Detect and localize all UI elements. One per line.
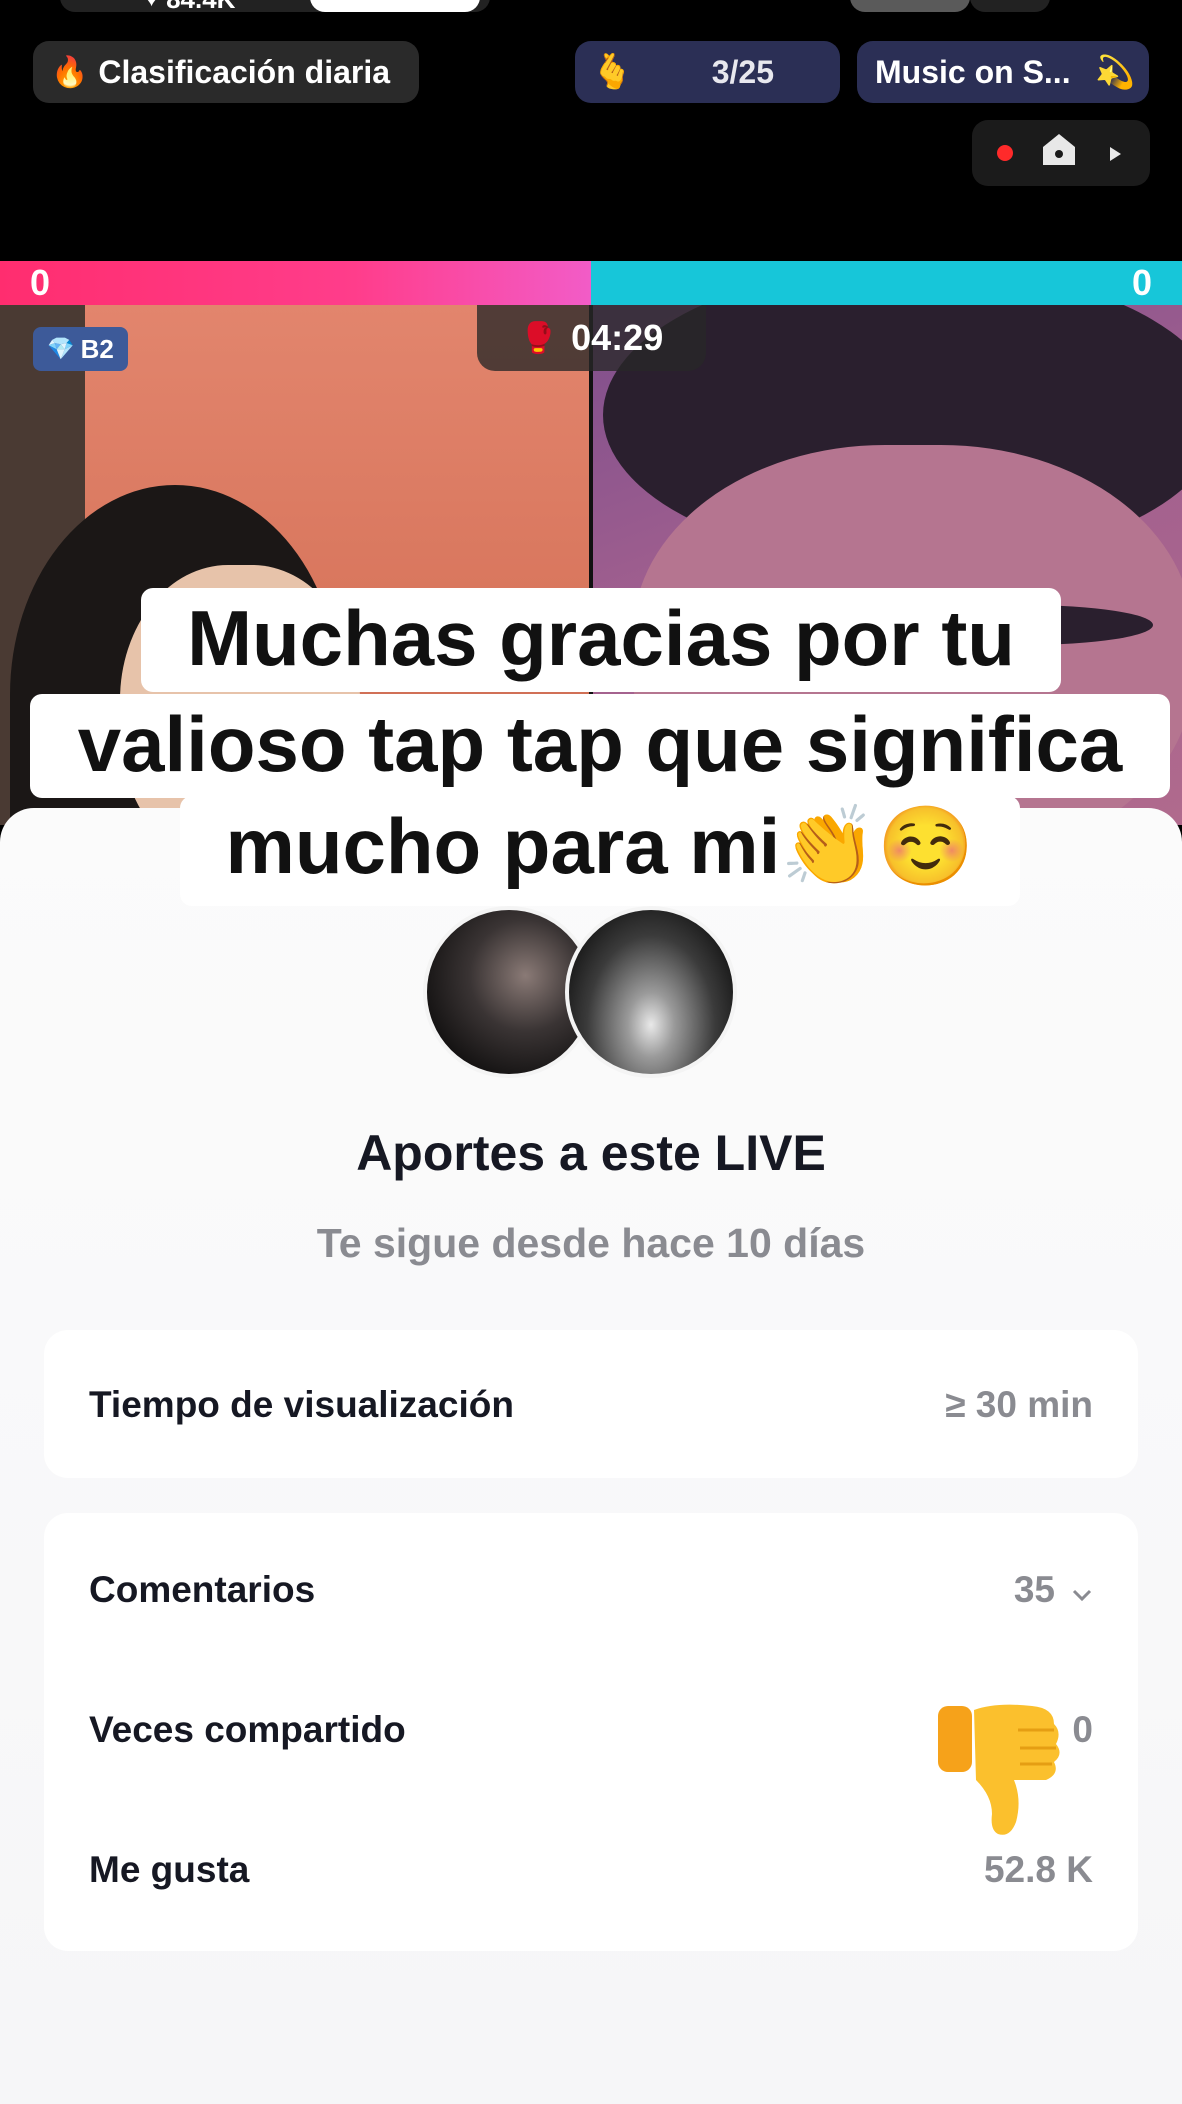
score-bar-left: [0, 261, 591, 305]
play-arrow-icon[interactable]: [1105, 135, 1125, 172]
record-dot-icon: [997, 145, 1013, 161]
thumbs-down-icon: [936, 1700, 1066, 1840]
rank-badge[interactable]: 💎 B2: [33, 327, 128, 371]
comments-value-wrap: 35: [1014, 1569, 1093, 1611]
boxing-gloves-icon: 🥊: [519, 321, 558, 355]
viewer-avatars[interactable]: [850, 0, 970, 12]
shares-label: Veces compartido: [89, 1709, 406, 1750]
likes-count: 84.4K: [166, 0, 235, 12]
battle-timer: 🥊 04:29: [477, 305, 706, 371]
home-icon[interactable]: [1039, 129, 1079, 177]
music-chip[interactable]: Music on S... 💫: [857, 41, 1149, 103]
follow-duration: Te sigue desde hace 10 días: [316, 1220, 866, 1266]
heart-hand-icon: 🫰: [591, 53, 634, 91]
watch-time-label: Tiempo de visualización: [89, 1384, 514, 1425]
daily-ranking-label: Clasificación diaria: [98, 53, 391, 90]
comments-value: 35: [1013, 1569, 1055, 1610]
likes-row: Me gusta 52.8 K: [89, 1849, 1093, 1891]
goal-progress: 3/25: [711, 53, 774, 90]
caption-line-2: valioso tap tap que significa: [30, 694, 1170, 798]
watch-time-value: ≥ 30 min: [945, 1384, 1093, 1425]
watch-time-row: Tiempo de visualización ≥ 30 min: [89, 1384, 1093, 1426]
viewer-count-pill[interactable]: [970, 0, 1050, 12]
likes-value: 52.8 K: [983, 1849, 1093, 1890]
comments-label: Comentarios: [89, 1569, 316, 1610]
rank-badge-label: B2: [80, 333, 114, 364]
daily-ranking-chip[interactable]: 🔥 Clasificación diaria: [33, 41, 419, 103]
heart-icon: ♥: [145, 0, 158, 12]
fire-icon: 🔥: [51, 55, 89, 89]
watch-time-card: Tiempo de visualización ≥ 30 min: [44, 1330, 1138, 1478]
music-label: Music on S...: [875, 53, 1071, 90]
music-star-icon: 💫: [1095, 54, 1135, 90]
caption-line-1: Muchas gracias por tu: [141, 588, 1061, 692]
comments-row[interactable]: Comentarios 35: [89, 1569, 1093, 1611]
score-left: 0: [30, 262, 51, 303]
timer-value: 04:29: [571, 317, 664, 358]
score-right: 0: [1131, 262, 1152, 303]
stream-controls[interactable]: [972, 120, 1150, 186]
shares-value: 0: [1072, 1709, 1093, 1750]
likes-label: Me gusta: [89, 1849, 250, 1890]
chevron-down-icon[interactable]: [1071, 1569, 1093, 1611]
host-avatar[interactable]: [565, 906, 737, 1078]
diamond-icon: 💎: [47, 336, 75, 361]
sheet-title: Aportes a este LIVE: [356, 1125, 826, 1181]
follow-button[interactable]: [310, 0, 480, 12]
gift-goal-chip[interactable]: 🫰 3/25: [575, 41, 840, 103]
caption-line-3: mucho para mi👏☺️: [180, 796, 1020, 906]
score-bar-right: [591, 261, 1182, 305]
